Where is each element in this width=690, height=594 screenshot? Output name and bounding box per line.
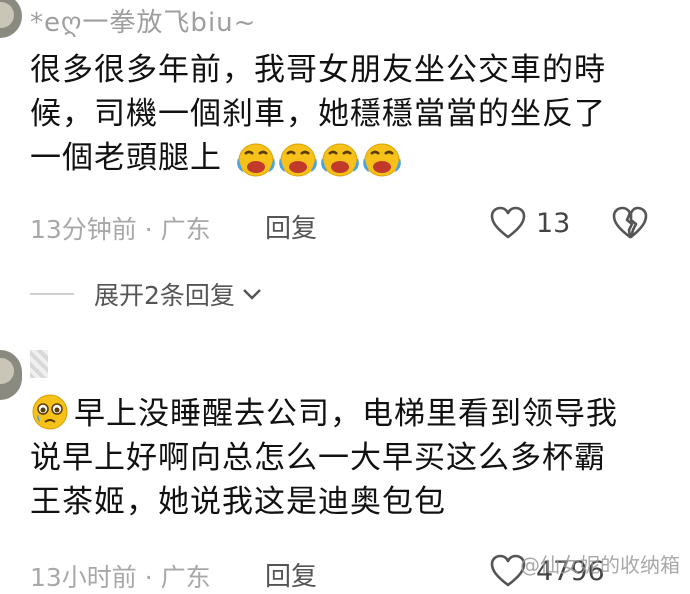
comment-text-line: 早上没睡醒去公司，电梯里看到领导我: [30, 392, 650, 436]
comment-meta: 13小时前 · 广东: [30, 563, 211, 592]
comment-text-fragment: 早上没睡醒去公司，电梯里看到领导我: [74, 396, 618, 432]
laugh-cry-icon: [361, 140, 403, 180]
comment-text-line: 候，司機一個刹車，她穩穩當當的坐反了: [30, 96, 606, 132]
comment-text-line: 说早上好啊向总怎么一大早买这么多杯霸: [30, 440, 606, 476]
comment-1: *eღ一拳放飞biu~ 很多很多年前，我哥女朋友坐公交車的時 候，司機一個刹車，…: [0, 0, 690, 320]
teary-face-icon: [30, 392, 70, 432]
expand-replies-button[interactable]: 展开2条回复: [30, 276, 263, 312]
comment-text-line: 王茶姬，她说我这是迪奥包包: [30, 484, 446, 520]
emoji-row: [235, 140, 403, 180]
expand-replies-label: 展开2条回复: [94, 281, 235, 310]
comment-meta: 13分钟前 · 广东: [30, 215, 211, 244]
comment-2: 早上没睡醒去公司，电梯里看到领导我 说早上好啊向总怎么一大早买这么多杯霸 王茶姬…: [0, 340, 690, 592]
dislike-button[interactable]: [612, 206, 648, 244]
comment-username[interactable]: [30, 350, 48, 378]
comment-text-fragment: 一個老頭腿上: [30, 140, 222, 176]
laugh-cry-icon: [235, 140, 277, 180]
reply-button[interactable]: 回复: [265, 556, 317, 593]
like-button[interactable]: 13: [490, 206, 570, 240]
heart-icon: [490, 206, 526, 239]
watermark: @仙女妮的收纳箱: [520, 553, 680, 577]
divider: [30, 293, 74, 295]
comment-text-line: 一個老頭腿上: [30, 136, 650, 180]
laugh-cry-icon: [319, 140, 361, 180]
comment-text-line: 很多很多年前，我哥女朋友坐公交車的時: [30, 52, 606, 88]
comment-username[interactable]: *eღ一拳放飞biu~: [30, 2, 256, 39]
comment-text: 早上没睡醒去公司，电梯里看到领导我 说早上好啊向总怎么一大早买这么多杯霸 王茶姬…: [30, 392, 650, 524]
avatar[interactable]: [0, 350, 22, 400]
like-count: 13: [536, 207, 571, 239]
reply-button[interactable]: 回复: [265, 208, 317, 245]
broken-heart-icon: [612, 206, 648, 239]
avatar[interactable]: [0, 0, 22, 38]
laugh-cry-icon: [277, 140, 319, 180]
comment-text: 很多很多年前，我哥女朋友坐公交車的時 候，司機一個刹車，她穩穩當當的坐反了 一個…: [30, 48, 650, 180]
chevron-down-icon: [243, 289, 261, 300]
